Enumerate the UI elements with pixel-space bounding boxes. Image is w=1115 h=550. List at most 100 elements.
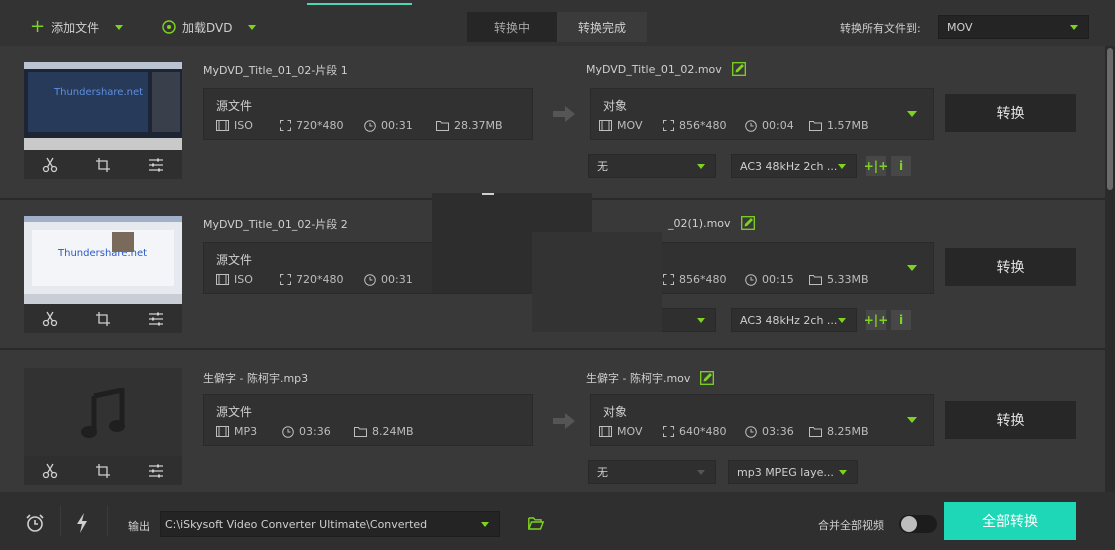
resolution-icon — [663, 120, 674, 131]
chevron-down-icon — [839, 470, 847, 475]
audio-thumbnail[interactable] — [24, 368, 182, 485]
scissors-icon[interactable] — [41, 462, 59, 480]
merge-all-label: 合并全部视频 — [818, 519, 884, 532]
music-note-icon — [81, 388, 125, 438]
subtitle-select[interactable]: 无 — [588, 460, 716, 484]
source-format: ISO — [216, 273, 253, 286]
lightning-icon[interactable] — [76, 513, 88, 533]
top-toolbar: + 添加文件 加载DVD 转换中 转换完成 转换所有文件到: MOV — [0, 0, 1115, 46]
tab-converting[interactable]: 转换中 — [467, 12, 557, 42]
convert-button[interactable]: 转换 — [945, 94, 1076, 132]
thumbnail-image — [24, 368, 182, 456]
target-file-name: 生僻字 - 陈柯宇.mov — [586, 370, 715, 386]
clock-icon — [364, 119, 376, 132]
video-thumbnail[interactable]: Thundershare.net — [24, 62, 182, 179]
info-icon[interactable]: i — [891, 310, 911, 330]
divider — [107, 506, 108, 536]
convert-button[interactable]: 转换 — [945, 401, 1076, 439]
clock-icon — [745, 273, 757, 286]
scissors-icon[interactable] — [41, 156, 59, 174]
target-format: MOV — [599, 119, 642, 132]
arrow-right-icon — [553, 106, 575, 122]
audio-track-select[interactable]: mp3 MPEG laye... — [728, 460, 858, 484]
edit-tools — [24, 150, 182, 179]
film-icon — [599, 426, 612, 437]
merge-subtitle-icon[interactable]: +|+ — [864, 156, 888, 176]
folder-icon — [809, 275, 822, 285]
status-tabs: 转换中 转换完成 — [467, 12, 647, 42]
convert-button[interactable]: 转换 — [945, 248, 1076, 286]
output-path-select[interactable]: C:\iSkysoft Video Converter Ultimate\Con… — [160, 511, 500, 537]
disc-icon — [162, 20, 176, 34]
chevron-down-icon[interactable] — [248, 24, 257, 30]
crop-icon[interactable] — [94, 310, 112, 328]
load-dvd-button[interactable]: 加载DVD — [162, 17, 257, 37]
crop-icon[interactable] — [94, 462, 112, 480]
source-info-box: 源文件 ISO 720*480 00:31 28.37MB — [203, 88, 533, 140]
file-row: Thundershare.net MyDVD_Title_01_02-片段 1 … — [0, 46, 1105, 198]
alarm-clock-icon[interactable] — [25, 513, 45, 533]
audio-track-select[interactable]: AC3 48kHz 2ch ... — [731, 308, 857, 332]
resolution-icon — [280, 274, 291, 285]
video-thumbnail[interactable]: Thundershare.net — [24, 216, 182, 333]
chevron-down-icon — [1070, 25, 1078, 30]
settings-sliders-icon[interactable] — [147, 156, 165, 174]
info-icon[interactable]: i — [891, 156, 911, 176]
add-file-button[interactable]: + 添加文件 — [30, 16, 124, 37]
chevron-down-icon — [697, 470, 705, 475]
source-format: MP3 — [216, 425, 257, 438]
target-box-title: 对象 — [603, 99, 628, 113]
source-duration: 00:31 — [364, 119, 413, 132]
chevron-down-icon[interactable] — [115, 24, 124, 30]
edit-icon[interactable] — [700, 371, 715, 385]
source-resolution: 720*480 — [280, 273, 344, 286]
resolution-icon — [663, 426, 674, 437]
output-format-select[interactable]: MOV — [938, 15, 1089, 39]
plus-icon: + — [30, 16, 46, 37]
chevron-down-icon[interactable] — [907, 417, 917, 423]
overlay-remnant — [482, 193, 494, 195]
source-file-name: 生僻字 - 陈柯宇.mp3 — [203, 372, 309, 385]
source-duration: 00:31 — [364, 273, 413, 286]
file-row: 生僻字 - 陈柯宇.mp3 源文件 MP3 03:36 8.24MB 生僻字 -… — [0, 350, 1105, 492]
folder-open-icon[interactable] — [528, 517, 544, 530]
film-icon — [216, 120, 229, 131]
target-size: 8.25MB — [809, 425, 869, 438]
settings-sliders-icon[interactable] — [147, 462, 165, 480]
film-icon — [216, 274, 229, 285]
scrollbar-thumb[interactable] — [1107, 48, 1113, 190]
target-duration: 03:36 — [745, 425, 794, 438]
source-duration: 03:36 — [282, 425, 331, 438]
folder-icon — [436, 121, 449, 131]
source-file-name: MyDVD_Title_01_02-片段 1 — [203, 64, 348, 77]
target-size: 5.33MB — [809, 273, 869, 286]
folder-icon — [354, 427, 367, 437]
target-duration: 00:04 — [745, 119, 794, 132]
target-box-title: 对象 — [603, 405, 628, 419]
convert-all-button[interactable]: 全部转换 — [944, 502, 1076, 540]
thumbnail-watermark: Thundershare.net — [54, 87, 144, 98]
source-size: 28.37MB — [436, 119, 503, 132]
edit-icon[interactable] — [731, 62, 746, 76]
chevron-down-icon[interactable] — [907, 265, 917, 271]
merge-toggle[interactable] — [899, 515, 937, 533]
settings-sliders-icon[interactable] — [147, 310, 165, 328]
target-info-box[interactable]: 对象 MOV 640*480 03:36 8.25MB — [590, 394, 934, 446]
tab-converted[interactable]: 转换完成 — [557, 12, 647, 42]
crop-icon[interactable] — [94, 156, 112, 174]
target-file-name: MyDVD_Title_01_02.mov — [586, 62, 746, 76]
scissors-icon[interactable] — [41, 310, 59, 328]
chevron-down-icon[interactable] — [907, 111, 917, 117]
target-resolution: 640*480 — [663, 425, 727, 438]
clock-icon — [364, 273, 376, 286]
chevron-down-icon — [838, 164, 846, 169]
source-format: ISO — [216, 119, 253, 132]
merge-subtitle-icon[interactable]: +|+ — [864, 310, 888, 330]
subtitle-select[interactable]: 无 — [588, 154, 716, 178]
target-info-box[interactable]: 对象 MOV 856*480 00:04 1.57MB — [590, 88, 934, 140]
clock-icon — [745, 425, 757, 438]
edit-icon[interactable] — [740, 216, 755, 230]
source-file-name: MyDVD_Title_01_02-片段 2 — [203, 218, 348, 231]
arrow-right-icon — [553, 413, 575, 429]
audio-track-select[interactable]: AC3 48kHz 2ch ... — [731, 154, 857, 178]
